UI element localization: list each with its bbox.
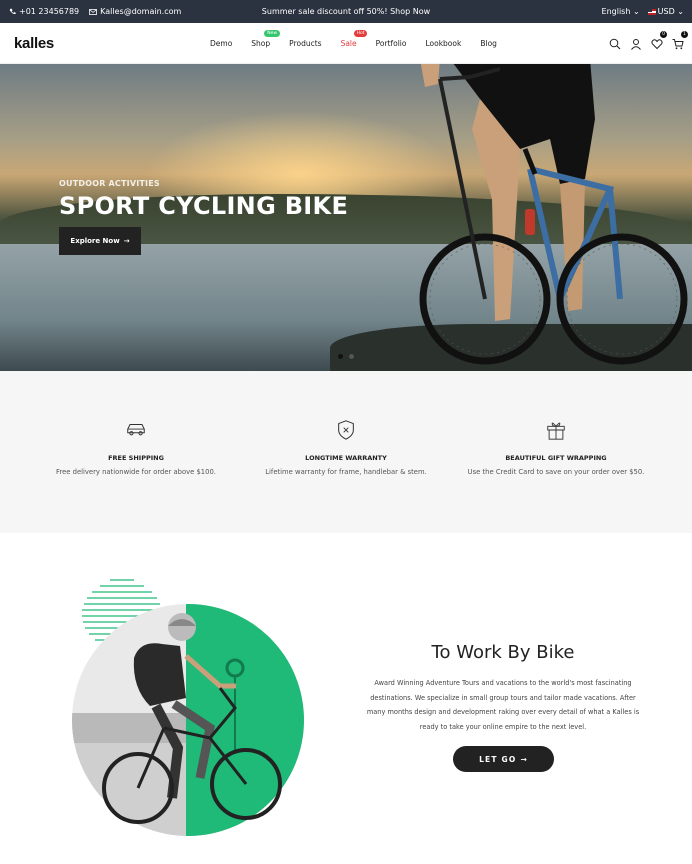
let-go-button[interactable]: LET GO → [453, 746, 554, 772]
currency-selector[interactable]: USD ⌄ [647, 7, 684, 16]
car-icon [127, 423, 145, 436]
us-flag-icon [647, 8, 656, 15]
language-selector[interactable]: English ⌄ [602, 7, 640, 16]
bike-rider-illustration [72, 579, 304, 836]
hero-kicker: OUTDOOR ACTIVITIES [59, 179, 160, 188]
nav-label: Blog [480, 39, 497, 48]
arrow-right-icon: → [123, 237, 130, 245]
features-section: FREE SHIPPING Free delivery nationwide f… [0, 371, 692, 533]
feature-description: Lifetime warranty for frame, handlebar &… [265, 468, 427, 476]
main-nav: Demo Shop New Products Sale Hot Portfolio … [210, 30, 516, 48]
cyclist-image [419, 64, 688, 365]
nav-label: Sale [340, 39, 357, 48]
nav-item-lookbook[interactable]: Lookbook [425, 39, 461, 48]
nav-label: Products [289, 39, 322, 48]
nav-label: Demo [210, 39, 233, 48]
hero-slider: OUTDOOR ACTIVITIES SPORT CYCLING BIKE Ex… [0, 64, 692, 371]
feature-title: BEAUTIFUL GIFT WRAPPING [505, 454, 607, 462]
feature-warranty: LONGTIME WARRANTY Lifetime warranty for … [241, 419, 451, 476]
about-title: To Work By Bike [431, 642, 575, 663]
arrow-right-icon: → [520, 754, 528, 764]
nav-item-products[interactable]: Products [289, 39, 321, 48]
feature-description: Free delivery nationwide for order above… [56, 468, 216, 476]
hero-title: SPORT CYCLING BIKE [59, 192, 349, 220]
logo[interactable]: kalles [14, 35, 54, 52]
nav-label: Shop [251, 39, 271, 48]
explore-now-label: Explore Now [70, 237, 120, 245]
slider-dots [338, 354, 354, 359]
new-badge: New [264, 30, 281, 37]
feature-description: Use the Credit Card to save on your orde… [467, 468, 645, 476]
explore-now-button[interactable]: Explore Now → [59, 227, 141, 255]
promo-text[interactable]: Summer sale discount off 50%! Shop Now [0, 7, 692, 16]
site-header: kalles Demo Shop New Products Sale Hot Por… [0, 23, 692, 64]
chevron-down-icon: ⌄ [677, 7, 684, 16]
let-go-label: LET GO [479, 754, 517, 764]
feature-free-shipping: FREE SHIPPING Free delivery nationwide f… [31, 419, 241, 476]
hot-badge: Hot [353, 30, 368, 37]
language-label: English [601, 7, 631, 16]
wishlist-button[interactable]: 0 [651, 31, 667, 50]
gift-icon [547, 422, 565, 440]
cart-button[interactable]: 1 [672, 31, 688, 50]
slider-dot-1[interactable] [338, 354, 343, 359]
slider-dot-2[interactable] [349, 354, 354, 359]
chevron-down-icon: ⌄ [632, 7, 640, 16]
currency-label: USD [657, 7, 675, 16]
shield-icon [338, 420, 354, 440]
wishlist-count: 0 [660, 31, 667, 38]
top-bar: +01 23456789 Kalles@domain.com Summer sa… [0, 0, 692, 23]
nav-label: Lookbook [425, 39, 462, 48]
search-icon [609, 38, 621, 50]
feature-title: LONGTIME WARRANTY [305, 454, 387, 462]
cart-icon [672, 39, 684, 50]
nav-item-demo[interactable]: Demo [210, 39, 232, 48]
feature-gift-wrapping: BEAUTIFUL GIFT WRAPPING Use the Credit C… [451, 419, 661, 476]
search-button[interactable] [609, 35, 621, 50]
heart-icon [651, 39, 663, 50]
nav-item-sale[interactable]: Sale Hot [340, 30, 368, 48]
nav-label: Portfolio [375, 39, 407, 48]
user-icon [631, 39, 641, 50]
nav-item-shop[interactable]: Shop New [251, 30, 281, 48]
feature-title: FREE SHIPPING [108, 454, 164, 462]
account-button[interactable] [630, 35, 642, 50]
nav-item-blog[interactable]: Blog [480, 39, 497, 48]
cart-count: 1 [681, 31, 688, 38]
nav-item-portfolio[interactable]: Portfolio [376, 39, 407, 48]
about-description: Award Winning Adventure Tours and vacati… [366, 679, 640, 731]
